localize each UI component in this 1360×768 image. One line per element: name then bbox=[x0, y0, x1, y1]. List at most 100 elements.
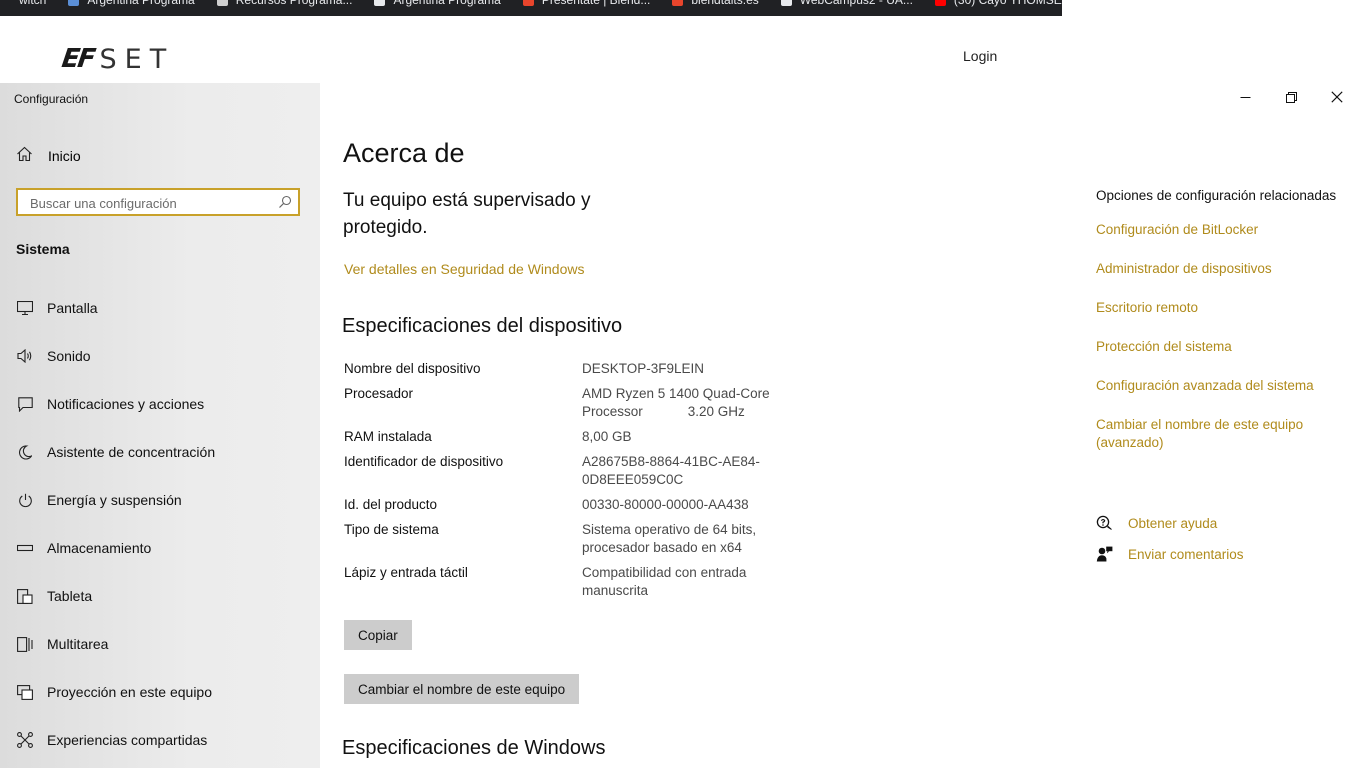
spec-value: 00330-80000-00000-AA438 bbox=[582, 497, 749, 512]
focus-assist-icon bbox=[16, 443, 34, 461]
copy-button[interactable]: Copiar bbox=[344, 620, 412, 650]
sidebar-item-label: Experiencias compartidas bbox=[47, 732, 208, 748]
bookmark-label: Argentina Programa bbox=[87, 0, 195, 7]
display-icon bbox=[16, 299, 34, 317]
home-icon bbox=[16, 146, 33, 167]
sidebar-item-focus-assist[interactable]: Asistente de concentración bbox=[0, 428, 320, 476]
shared-experiences-icon bbox=[16, 731, 34, 749]
notifications-icon bbox=[16, 395, 34, 413]
spec-key: Procesador bbox=[344, 386, 414, 401]
nav-home[interactable]: Inicio bbox=[16, 146, 81, 166]
projection-icon bbox=[16, 683, 34, 701]
logo-ef-text: EF bbox=[59, 44, 96, 74]
login-link[interactable]: Login bbox=[963, 48, 997, 64]
search-icon[interactable] bbox=[278, 195, 292, 214]
spec-value: Sistema operativo de 64 bits, procesador… bbox=[582, 522, 760, 555]
advanced-system-settings-link[interactable]: Configuración avanzada del sistema bbox=[1096, 377, 1346, 395]
efset-logo[interactable]: EF SET bbox=[59, 44, 174, 75]
restore-button[interactable] bbox=[1268, 83, 1314, 115]
bookmark-item[interactable]: witch bbox=[0, 0, 68, 8]
sidebar-item-notifications[interactable]: Notificaciones y acciones bbox=[0, 380, 320, 428]
feedback-row[interactable]: Enviar comentarios bbox=[1096, 544, 1244, 564]
bookmark-favicon-icon bbox=[672, 0, 684, 7]
bookmark-label: Recursos Programa... bbox=[235, 0, 353, 7]
minimize-button[interactable] bbox=[1222, 83, 1268, 115]
spec-key: Nombre del dispositivo bbox=[344, 361, 481, 376]
sidebar-item-label: Asistente de concentración bbox=[47, 444, 216, 460]
security-details-link[interactable]: Ver detalles en Seguridad de Windows bbox=[344, 261, 584, 277]
spec-value: Compatibilidad con entrada manuscrita bbox=[582, 565, 751, 598]
rename-pc-advanced-link[interactable]: Cambiar el nombre de este equipo (avanza… bbox=[1096, 416, 1346, 452]
bookmark-favicon-icon bbox=[0, 0, 11, 7]
system-protection-link[interactable]: Protección del sistema bbox=[1096, 338, 1346, 356]
feedback-link[interactable]: Enviar comentarios bbox=[1128, 547, 1244, 562]
spec-value: A28675B8-8864-41BC-AE84-0D8EEE059C0C bbox=[582, 454, 760, 487]
sound-icon bbox=[16, 347, 34, 365]
bookmark-item[interactable]: Argentina Programa bbox=[374, 0, 522, 8]
power-icon bbox=[16, 491, 34, 509]
bitlocker-link[interactable]: Configuración de BitLocker bbox=[1096, 221, 1346, 239]
bookmark-favicon-icon bbox=[522, 0, 534, 7]
remote-desktop-link[interactable]: Escritorio remoto bbox=[1096, 299, 1346, 317]
spec-row: Identificador de dispositivo A28675B8-886… bbox=[344, 453, 804, 489]
device-specs-title: Especificaciones del dispositivo bbox=[342, 315, 623, 337]
help-section: Obtener ayuda Enviar comentarios bbox=[1096, 513, 1244, 575]
website-header: EF SET Login bbox=[0, 16, 1062, 83]
sidebar-item-label: Almacenamiento bbox=[47, 540, 152, 556]
nav-list: Pantalla Sonido Notificaciones y acciones A… bbox=[0, 284, 320, 764]
tablet-icon bbox=[16, 587, 34, 605]
device-specs-table: Nombre del dispositivo DESKTOP-3F9LEIN Pro… bbox=[344, 360, 804, 607]
spec-key: RAM instalada bbox=[344, 429, 432, 444]
sidebar-item-label: Tableta bbox=[47, 588, 93, 604]
search-input[interactable] bbox=[28, 190, 272, 216]
rename-button[interactable]: Cambiar el nombre de este equipo bbox=[344, 674, 580, 704]
restore-icon bbox=[1285, 90, 1297, 108]
bookmark-item[interactable]: Argentina Programa bbox=[68, 0, 216, 8]
sidebar-item-sound[interactable]: Sonido bbox=[0, 332, 320, 380]
sidebar-item-label: Sonido bbox=[47, 348, 91, 364]
bookmark-item[interactable]: blendtalts.es bbox=[672, 0, 780, 8]
bookmark-item[interactable]: (30) Cayo YHOMSE... bbox=[934, 0, 1062, 8]
section-label: Sistema bbox=[16, 241, 70, 257]
bookmark-item[interactable]: WebCampus2 - UA... bbox=[780, 0, 935, 8]
help-chat-icon bbox=[1096, 515, 1114, 531]
bookmarks-bar: witch Argentina Programa Recursos Programa… bbox=[0, 0, 1062, 16]
multitasking-icon bbox=[16, 635, 34, 653]
related-settings: Opciones de configuración relacionadas C… bbox=[1096, 187, 1346, 473]
sidebar-item-multitasking[interactable]: Multitarea bbox=[0, 620, 320, 668]
sidebar-item-display[interactable]: Pantalla bbox=[0, 284, 320, 332]
sidebar-item-label: Pantalla bbox=[47, 300, 98, 316]
bookmark-label: (30) Cayo YHOMSE... bbox=[953, 0, 1062, 7]
bookmark-favicon-icon bbox=[780, 0, 792, 7]
spec-row: Lápiz y entrada táctil Compatibilidad con… bbox=[344, 564, 804, 600]
spec-row: Id. del producto 00330-80000-00000-AA438 bbox=[344, 496, 804, 514]
related-settings-title: Opciones de configuración relacionadas bbox=[1096, 188, 1337, 203]
bookmark-label: Argentina Programa bbox=[393, 0, 501, 7]
bookmark-favicon-icon bbox=[68, 0, 80, 7]
protection-status: Tu equipo está supervisado y protegido. bbox=[343, 190, 591, 238]
sidebar-item-projection[interactable]: Proyección en este equipo bbox=[0, 668, 320, 716]
sidebar-item-storage[interactable]: Almacenamiento bbox=[0, 524, 320, 572]
page-title: Acerca de bbox=[343, 138, 465, 168]
spec-row: Tipo de sistema Sistema operativo de 64 b… bbox=[344, 521, 804, 557]
close-button[interactable] bbox=[1314, 83, 1360, 115]
spec-value: 8,00 GB bbox=[582, 429, 632, 444]
spec-row: Procesador AMD Ryzen 5 1400 Quad-Core Pro… bbox=[344, 385, 804, 421]
bookmark-label: WebCampus2 - UA... bbox=[799, 0, 913, 7]
search-box[interactable] bbox=[16, 188, 300, 216]
sidebar-item-tablet[interactable]: Tableta bbox=[0, 572, 320, 620]
device-manager-link[interactable]: Administrador de dispositivos bbox=[1096, 260, 1346, 278]
bookmark-item[interactable]: Recursos Programa... bbox=[216, 0, 375, 8]
get-help-row[interactable]: Obtener ayuda bbox=[1096, 513, 1244, 533]
storage-icon bbox=[16, 539, 34, 557]
spec-key: Tipo de sistema bbox=[344, 522, 439, 537]
bookmark-item[interactable]: Presentate | Blend... bbox=[522, 0, 673, 8]
window-controls bbox=[1222, 83, 1360, 115]
get-help-link[interactable]: Obtener ayuda bbox=[1128, 516, 1217, 531]
sidebar-item-power[interactable]: Energía y suspensión bbox=[0, 476, 320, 524]
bookmark-label: blendtalts.es bbox=[691, 0, 759, 7]
sidebar-item-shared-experiences[interactable]: Experiencias compartidas bbox=[0, 716, 320, 764]
windows-specs-title: Especificaciones de Windows bbox=[342, 737, 606, 759]
window-title: Configuración bbox=[14, 92, 89, 106]
bookmark-favicon-icon bbox=[934, 0, 946, 7]
